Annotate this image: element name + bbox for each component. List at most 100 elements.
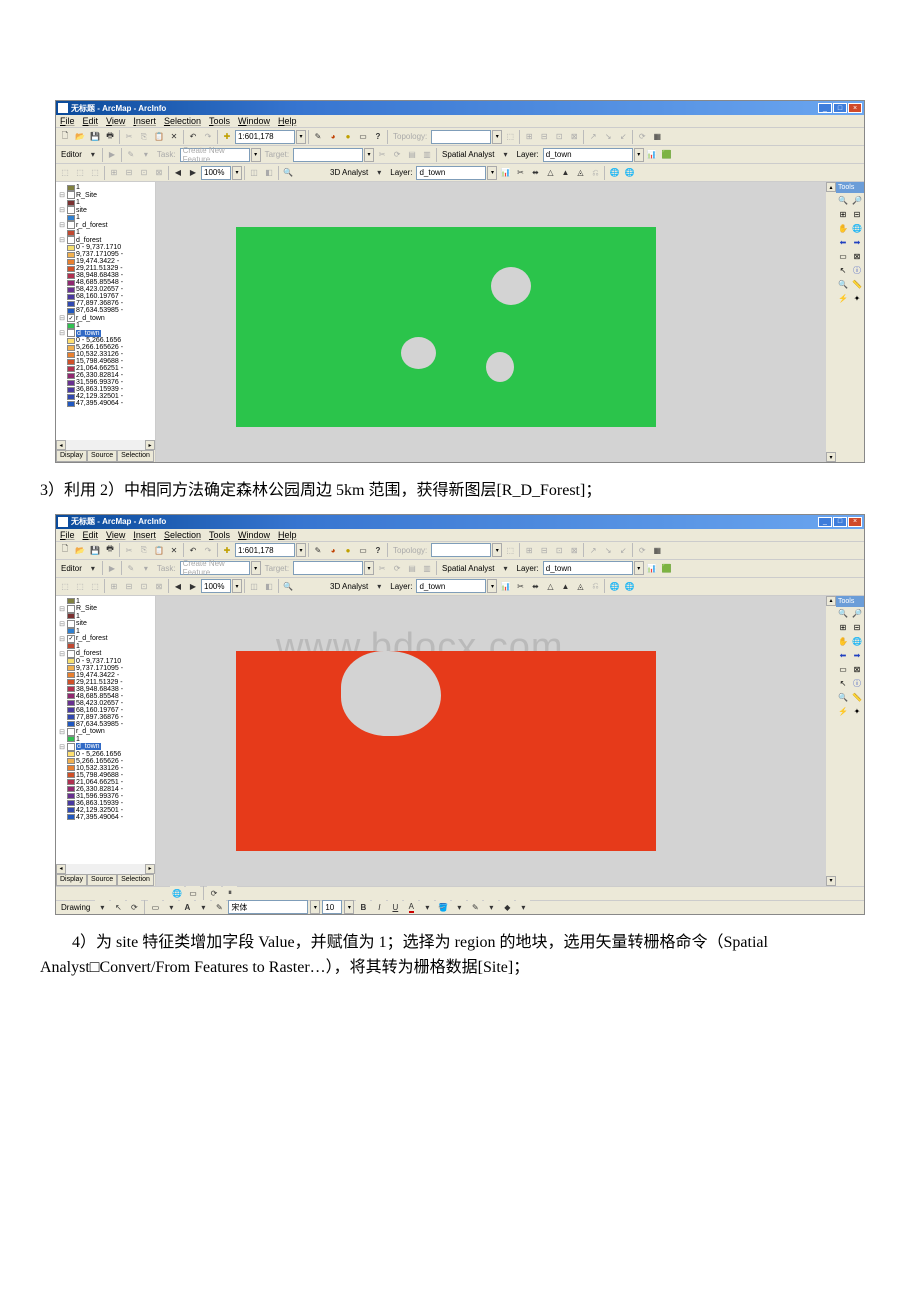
toc-layer-item[interactable]: 1: [58, 598, 153, 605]
spatial-dropdown-icon[interactable]: ▾: [499, 561, 513, 575]
layer-checkbox[interactable]: [67, 743, 75, 751]
toc-layer-item[interactable]: ⊟r_d_forest: [58, 221, 153, 229]
toc-layer-item[interactable]: ⊟R_Site: [58, 605, 153, 613]
scale-field[interactable]: 1:601,178: [235, 130, 295, 144]
print-icon[interactable]: 🖶: [103, 130, 117, 144]
menu-edit[interactable]: Edit: [83, 116, 99, 126]
map-view[interactable]: ▴ ▾: [156, 182, 836, 462]
rotate-icon[interactable]: ⟳: [127, 900, 141, 914]
toc-layer-item[interactable]: ⊟d_town: [58, 743, 153, 751]
toc-layer-item[interactable]: ⊟d_town: [58, 329, 153, 337]
editor-dropdown-icon[interactable]: ▾: [86, 148, 100, 162]
line-color-dd-icon[interactable]: ▾: [484, 900, 498, 914]
minimize-button[interactable]: _: [818, 103, 832, 113]
delete-icon[interactable]: ✕: [167, 130, 181, 144]
fixed-zoom-out-icon[interactable]: ⊟: [850, 621, 864, 635]
select-features-icon[interactable]: ▭: [836, 249, 850, 263]
editor-toolbar-icon[interactable]: ✎: [311, 130, 325, 144]
add-data-icon[interactable]: ✚: [220, 130, 234, 144]
map-scrollbar-v[interactable]: ▴ ▾: [826, 182, 836, 462]
topo-icon-10[interactable]: ▦: [650, 543, 664, 557]
toc-layer-item[interactable]: 9,737.171095 -: [58, 251, 153, 258]
refresh-icon[interactable]: ⟳: [207, 886, 221, 900]
italic-icon[interactable]: I: [372, 900, 386, 914]
new-text-icon[interactable]: A: [180, 900, 194, 914]
font-field[interactable]: 宋体: [228, 900, 308, 914]
select-elements-icon[interactable]: ↖: [111, 900, 125, 914]
fixed-zoom-in-icon[interactable]: ⊞: [836, 621, 850, 635]
toc-layer-item[interactable]: 1: [58, 643, 153, 650]
editor-toolbar-icon[interactable]: ✎: [311, 543, 325, 557]
analyst-3d-label[interactable]: 3D Analyst: [327, 168, 371, 177]
cut-icon[interactable]: ✂: [122, 130, 136, 144]
layout-view-icon[interactable]: ▭: [186, 886, 200, 900]
toc-layer-item[interactable]: 29,211.51329 -: [58, 265, 153, 272]
interp-icon-1[interactable]: △: [543, 579, 557, 593]
toc-layer-item[interactable]: 0 - 5,266.1656: [58, 337, 153, 344]
paste-icon[interactable]: 📋: [152, 543, 166, 557]
open-icon[interactable]: 📂: [73, 543, 87, 557]
interp-icon-1[interactable]: △: [543, 166, 557, 180]
scroll-right-icon[interactable]: ▸: [145, 864, 155, 874]
next-icon[interactable]: ▶: [186, 166, 200, 180]
toc-layer-item[interactable]: 87,634.53985 -: [58, 307, 153, 314]
layer-checkbox[interactable]: ✓: [67, 635, 75, 643]
target-dropdown-icon[interactable]: ▾: [364, 148, 374, 162]
layer-checkbox[interactable]: [67, 221, 75, 229]
menu-tools[interactable]: Tools: [209, 530, 230, 540]
undo-icon[interactable]: ↶: [186, 543, 200, 557]
fixed-zoom-in-icon[interactable]: ⊞: [836, 207, 850, 221]
toc-layer-item[interactable]: 15,798.49688 -: [58, 772, 153, 779]
zoom-out-icon[interactable]: 🔎: [850, 193, 864, 207]
font-size-field[interactable]: 10: [322, 900, 342, 914]
toc-layer-item[interactable]: 58,423.02657 -: [58, 286, 153, 293]
previous-icon[interactable]: ◀: [171, 579, 185, 593]
zoom-in-icon[interactable]: 🔍: [836, 193, 850, 207]
cut-icon[interactable]: ✂: [122, 543, 136, 557]
menu-selection[interactable]: Selection: [164, 116, 201, 126]
toc-layer-item[interactable]: 19,474.3422 -: [58, 258, 153, 265]
layer2-dropdown-icon[interactable]: ▾: [487, 579, 497, 593]
toc-layer-item[interactable]: 36,863.15939 -: [58, 800, 153, 807]
close-button[interactable]: ×: [848, 517, 862, 527]
toc-layer-item[interactable]: 1: [58, 628, 153, 635]
scene-icon[interactable]: 🌐: [607, 579, 621, 593]
full-extent-icon[interactable]: 🌐: [850, 221, 864, 235]
toc-layer-item[interactable]: 26,330.82814 -: [58, 372, 153, 379]
new-text-dd-icon[interactable]: ▾: [196, 900, 210, 914]
toc-layer-item[interactable]: ⊟✓r_d_forest: [58, 635, 153, 643]
find-icon[interactable]: 🔍: [281, 579, 295, 593]
zoom-dropdown-icon[interactable]: ▾: [232, 579, 242, 593]
interp-icon-2[interactable]: ▲: [558, 166, 572, 180]
toc-layer-item[interactable]: 1: [58, 214, 153, 221]
clear-selection-icon[interactable]: ⊠: [850, 663, 864, 677]
toc-layer-item[interactable]: 47,395.49064 -: [58, 400, 153, 407]
zoom-out-icon[interactable]: 🔎: [850, 607, 864, 621]
editor-label[interactable]: Editor: [58, 564, 85, 573]
paste-icon[interactable]: 📋: [152, 130, 166, 144]
toc-layer-item[interactable]: ⊟R_Site: [58, 191, 153, 199]
raster-calc-icon[interactable]: 🟩: [660, 148, 674, 162]
spatial-analyst-label[interactable]: Spatial Analyst: [439, 564, 497, 573]
layer-checkbox[interactable]: [67, 236, 75, 244]
edit-vertices-icon[interactable]: ✎: [212, 900, 226, 914]
layer-field[interactable]: d_town: [543, 561, 633, 575]
menu-window[interactable]: Window: [238, 116, 270, 126]
contour-icon[interactable]: 📊: [498, 579, 512, 593]
spatial-dropdown-icon[interactable]: ▾: [499, 148, 513, 162]
arc-catalog-icon[interactable]: ◕: [326, 543, 340, 557]
scroll-left-icon[interactable]: ◂: [56, 440, 66, 450]
font-color-dd-icon[interactable]: ▾: [420, 900, 434, 914]
copy-icon[interactable]: ⎘: [137, 130, 151, 144]
zoom-in-icon[interactable]: 🔍: [836, 607, 850, 621]
globe-icon[interactable]: 🌐: [622, 579, 636, 593]
identify-icon[interactable]: ⓘ: [850, 677, 864, 691]
layer-dropdown-icon[interactable]: ▾: [634, 148, 644, 162]
add-data-icon[interactable]: ✚: [220, 543, 234, 557]
toc-layer-item[interactable]: 58,423.02657 -: [58, 700, 153, 707]
toc-layer-item[interactable]: 48,685.85548 -: [58, 279, 153, 286]
font-color-icon[interactable]: A: [404, 900, 418, 914]
undo-icon[interactable]: ↶: [186, 130, 200, 144]
raster-calc-icon[interactable]: 🟩: [660, 561, 674, 575]
globe-icon[interactable]: 🌐: [622, 166, 636, 180]
